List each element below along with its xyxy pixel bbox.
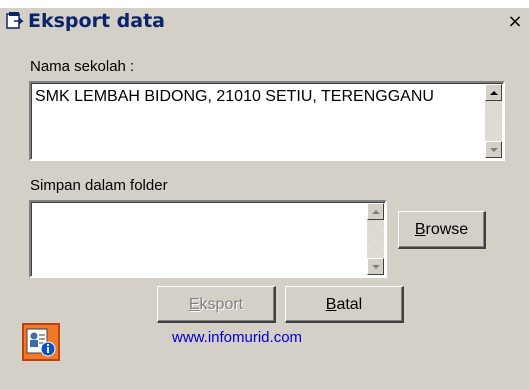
website-link[interactable]: www.infomurid.com xyxy=(172,329,302,346)
cancel-label-rest: atal xyxy=(336,296,363,313)
export-dialog: Eksport data × Nama sekolah : SMK LEMBAH… xyxy=(0,0,529,389)
school-name-field[interactable]: SMK LEMBAH BIDONG, 21010 SETIU, TERENGGA… xyxy=(29,81,505,161)
close-button[interactable]: × xyxy=(505,12,525,32)
school-name-scrollbar[interactable] xyxy=(485,84,502,158)
cancel-mnemonic: B xyxy=(325,296,337,313)
app-window-icon xyxy=(6,12,24,29)
export-mnemonic: E xyxy=(188,296,200,313)
dialog-body: Nama sekolah : SMK LEMBAH BIDONG, 21010 … xyxy=(0,37,529,389)
arrow-down-icon xyxy=(490,148,498,152)
export-button[interactable]: Eksport xyxy=(157,286,276,323)
folder-scroll-down-button[interactable] xyxy=(367,258,384,275)
folder-scrollbar[interactable] xyxy=(367,203,384,275)
window-title: Eksport data xyxy=(28,10,165,32)
arrow-down-icon xyxy=(372,265,380,269)
folder-label: Simpan dalam folder xyxy=(30,177,168,194)
arrow-up-icon xyxy=(490,91,498,95)
export-label-rest: ksport xyxy=(199,296,244,313)
user-info-icon[interactable] xyxy=(22,323,60,361)
cancel-button[interactable]: Batal xyxy=(285,286,404,323)
scroll-up-button[interactable] xyxy=(485,84,502,101)
title-bar[interactable]: Eksport data × xyxy=(0,0,529,37)
school-name-value: SMK LEMBAH BIDONG, 21010 SETIU, TERENGGA… xyxy=(35,88,434,105)
arrow-up-icon xyxy=(372,210,380,214)
scroll-down-button[interactable] xyxy=(485,141,502,158)
folder-scroll-up-button[interactable] xyxy=(367,203,384,220)
user-info-glyph xyxy=(26,328,56,357)
school-name-label: Nama sekolah : xyxy=(30,58,135,75)
browse-label-rest: rowse xyxy=(425,221,469,238)
browse-button[interactable]: Browse xyxy=(398,211,486,249)
browse-mnemonic: B xyxy=(414,221,426,238)
folder-field[interactable] xyxy=(29,200,387,278)
